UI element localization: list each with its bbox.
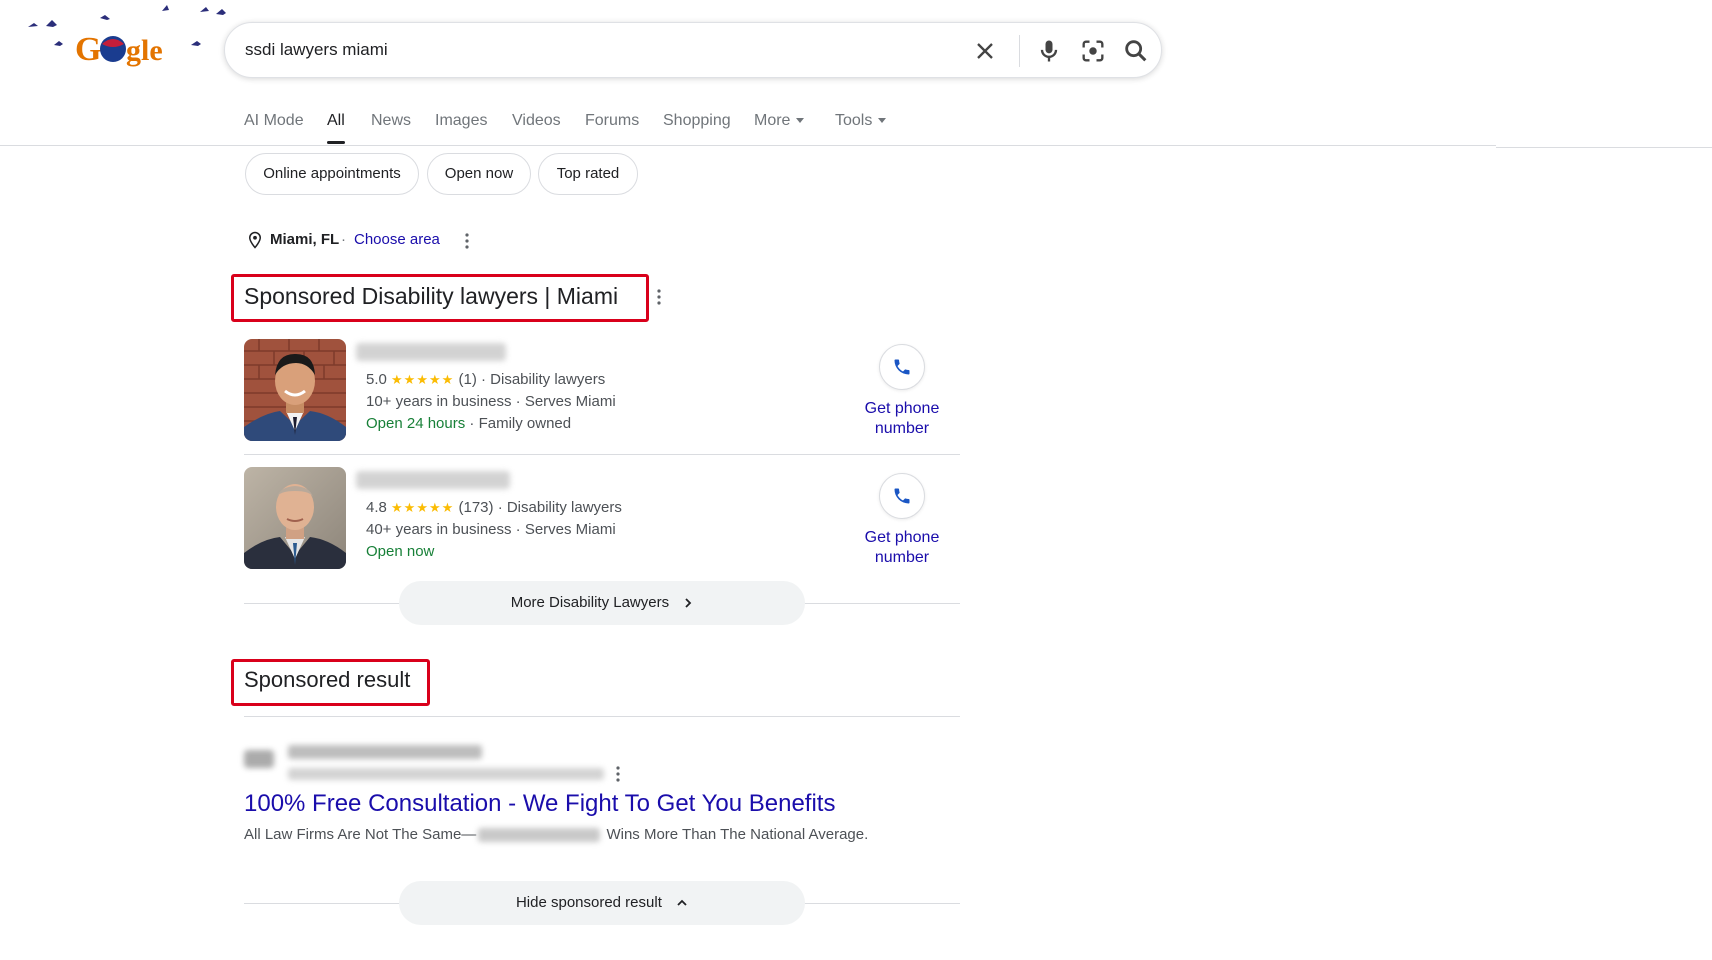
header-divider — [0, 145, 1496, 146]
chip-online-appointments[interactable]: Online appointments — [245, 153, 419, 195]
search-divider — [1019, 35, 1020, 67]
tab-label: Shopping — [663, 112, 731, 129]
tab-label: News — [371, 112, 412, 129]
business-category: · Disability lawyers — [481, 371, 606, 388]
call-button[interactable] — [879, 473, 925, 519]
tab-tools[interactable]: Tools — [835, 112, 887, 130]
get-phone-number-link[interactable]: Get phone number — [842, 399, 962, 439]
chevron-up-icon — [677, 899, 687, 906]
hours-line: Open 24 hours · Family owned — [366, 415, 571, 432]
blurred-business-name — [356, 471, 510, 489]
experience-line: 10+ years in business · Serves Miami — [366, 393, 616, 410]
tab-videos[interactable]: Videos — [512, 112, 561, 130]
chevron-down-icon — [878, 118, 887, 124]
blurred-site-name — [288, 745, 482, 759]
search-input[interactable] — [245, 35, 945, 65]
local-ads-heading: Sponsored Disability lawyers | Miami — [244, 283, 619, 309]
chip-open-now[interactable]: Open now — [427, 153, 531, 195]
business-category: · Disability lawyers — [497, 499, 622, 516]
search-box[interactable] — [224, 22, 1162, 78]
clear-icon[interactable] — [971, 37, 999, 65]
tab-label: Images — [435, 112, 488, 129]
tab-label: Videos — [512, 112, 561, 129]
ad-title-link[interactable]: 100% Free Consultation - We Fight To Get… — [244, 790, 835, 818]
hours-line: Open now — [366, 543, 434, 560]
google-doodle-logo[interactable]: G gle — [26, 0, 226, 80]
lawyer-photo — [244, 467, 346, 569]
chevron-right-icon — [685, 598, 692, 608]
call-button[interactable] — [879, 344, 925, 390]
chip-label: Top rated — [556, 165, 620, 182]
chevron-down-icon — [796, 118, 805, 124]
open-status: Open now — [366, 543, 435, 560]
more-vert-icon[interactable] — [656, 288, 662, 306]
chip-label: Open now — [444, 165, 514, 182]
tab-images[interactable]: Images — [435, 112, 487, 130]
listing-divider — [244, 454, 960, 455]
tab-label: More — [754, 112, 791, 129]
location-city: Miami, FL — [270, 231, 340, 248]
location-pin-icon — [248, 231, 262, 249]
open-status: Open 24 hours — [366, 415, 466, 432]
blurred-url — [288, 768, 604, 780]
choose-area-link[interactable]: Choose area — [354, 231, 440, 248]
logo-letters-gle: gle — [126, 34, 163, 67]
microphone-icon[interactable] — [1035, 37, 1063, 65]
more-button-label: More Disability Lawyers — [510, 594, 670, 611]
tab-ai-mode[interactable]: AI Mode — [244, 112, 304, 130]
review-count: (173) — [458, 499, 494, 516]
more-vert-icon[interactable] — [464, 232, 470, 250]
rating-value: 5.0 — [366, 371, 387, 388]
active-tab-indicator — [327, 141, 345, 144]
blurred-business-name — [356, 343, 506, 361]
more-vert-icon[interactable] — [615, 765, 621, 783]
tab-more[interactable]: More — [754, 112, 805, 130]
review-count: (1) — [458, 371, 477, 388]
chip-top-rated[interactable]: Top rated — [538, 153, 638, 195]
tab-label: AI Mode — [244, 112, 304, 129]
tab-label: Forums — [585, 112, 640, 129]
star-rating: ★★★★★ — [391, 372, 455, 387]
local-ad-listing[interactable]: 5.0 ★★★★★ (1) · Disability lawyers 10+ y… — [244, 339, 960, 454]
experience-line: 40+ years in business · Serves Miami — [366, 521, 616, 538]
tab-all[interactable]: All — [327, 112, 345, 144]
blurred-firm-name — [478, 828, 601, 843]
tab-shopping[interactable]: Shopping — [663, 112, 731, 130]
lawyer-photo — [244, 339, 346, 441]
business-attribute: · Family owned — [469, 415, 572, 432]
local-ad-listing[interactable]: 4.8 ★★★★★ (173) · Disability lawyers 40+… — [244, 467, 960, 582]
ad-description-end: Wins More Than The National Average. — [606, 826, 869, 843]
more-disability-lawyers-button[interactable]: More Disability Lawyers — [399, 581, 805, 625]
lens-icon[interactable] — [1079, 37, 1107, 65]
tab-news[interactable]: News — [371, 112, 411, 130]
blurred-favicon — [244, 750, 274, 768]
chip-label: Online appointments — [263, 165, 401, 182]
star-rating: ★★★★★ — [391, 500, 455, 515]
rating-value: 4.8 — [366, 499, 387, 516]
section-divider — [244, 716, 960, 717]
ad-description: All Law Firms Are Not The Same— Wins Mor… — [244, 826, 868, 843]
rating-line: 5.0 ★★★★★ (1) · Disability lawyers — [366, 371, 605, 388]
phone-icon — [894, 488, 910, 504]
rating-line: 4.8 ★★★★★ (173) · Disability lawyers — [366, 499, 622, 516]
phone-icon — [894, 359, 910, 375]
sponsored-result-heading: Sponsored result — [244, 667, 411, 692]
get-phone-number-link[interactable]: Get phone number — [842, 528, 962, 568]
tab-forums[interactable]: Forums — [585, 112, 639, 130]
logo-letter-g: G — [75, 31, 101, 68]
header-divider-right — [1496, 147, 1712, 148]
location-separator: · — [341, 231, 346, 248]
hide-button-label: Hide sponsored result — [515, 894, 662, 911]
ad-description-start: All Law Firms Are Not The Same— — [244, 826, 477, 843]
tab-label: Tools — [835, 112, 873, 129]
tab-label: All — [327, 112, 345, 129]
hide-sponsored-result-button[interactable]: Hide sponsored result — [399, 881, 805, 925]
search-icon[interactable] — [1122, 37, 1150, 65]
